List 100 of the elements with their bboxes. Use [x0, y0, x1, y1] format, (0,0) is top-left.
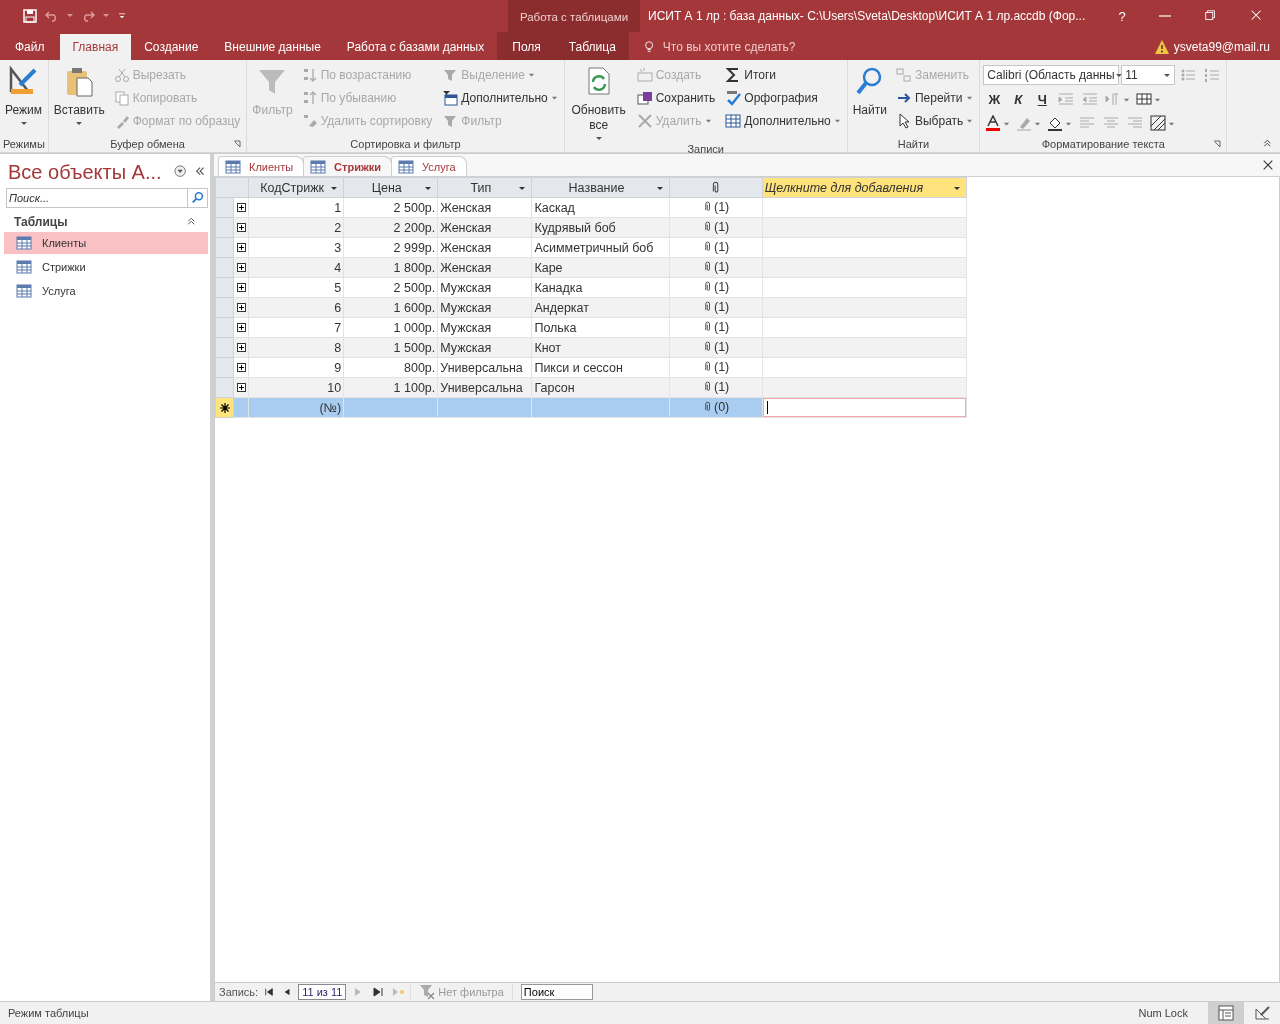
status-text: Режим таблицы: [8, 1007, 89, 1019]
format-button[interactable]: Ч: [1031, 88, 1054, 110]
expand-icon[interactable]: [236, 383, 246, 392]
nav-item[interactable]: Услуга: [4, 280, 208, 302]
search-field[interactable]: Поиск...: [6, 188, 188, 208]
section-header[interactable]: Таблицы: [4, 212, 208, 232]
expand-icon[interactable]: [236, 363, 246, 372]
expand-icon[interactable]: [236, 263, 246, 272]
table-cell: Женская: [437, 197, 532, 218]
caret-icon: [594, 135, 603, 141]
column-header[interactable]: Тип: [437, 177, 532, 198]
table-icon: [725, 112, 742, 129]
indent-icon: [1058, 91, 1075, 107]
expand-icon[interactable]: [236, 283, 246, 292]
ribbon-button[interactable]: Перейти: [892, 86, 977, 109]
ribbon-tab[interactable]: Главная: [59, 34, 132, 60]
column-header[interactable]: Щелкните для добавления: [762, 177, 967, 198]
expand-icon[interactable]: [236, 343, 246, 352]
search-button[interactable]: [188, 188, 208, 208]
sort-descending-icon: [301, 89, 318, 106]
ribbon-tab[interactable]: Файл: [0, 34, 60, 60]
nav-item[interactable]: Клиенты: [4, 232, 208, 254]
close-icon: [1250, 9, 1264, 23]
record-label: Запись:: [219, 986, 259, 998]
group-label: Записи: [687, 143, 724, 155]
table-cell: 7: [248, 317, 344, 338]
caret-icon: [424, 185, 433, 191]
datasheet-view-icon: [1218, 1005, 1234, 1021]
highlight-icon: [1016, 115, 1033, 131]
table-icon: [310, 158, 327, 175]
outdent-icon: [1082, 91, 1099, 107]
column-header[interactable]: [669, 177, 763, 198]
nav-pane-title[interactable]: Все объекты А...: [8, 160, 168, 184]
caret-icon: [518, 185, 527, 191]
document-tab[interactable]: Стрижки: [303, 156, 392, 176]
funnel-icon: [419, 984, 436, 1000]
ribbon-button[interactable]: Итоги: [722, 63, 844, 86]
dialog-launcher-button[interactable]: [1213, 140, 1222, 148]
table-cell: 2 999р.: [343, 237, 438, 258]
font-color-icon: [985, 115, 1002, 131]
caret-icon: [1154, 96, 1162, 102]
caret-icon: [1168, 120, 1176, 126]
format-button[interactable]: К: [1007, 88, 1030, 110]
ribbon-button[interactable]: Вставить: [51, 63, 107, 128]
view-button[interactable]: [1208, 1002, 1244, 1024]
table-cell: 5: [248, 277, 344, 298]
column-header[interactable]: КодСтрижк: [248, 177, 344, 198]
expand-icon[interactable]: [236, 323, 246, 332]
search-icon: [190, 191, 205, 205]
row-selector[interactable]: [215, 397, 234, 418]
restore-icon: [1204, 9, 1218, 23]
ribbon-button[interactable]: Дополнительно: [439, 86, 561, 109]
caret-icon: [1065, 120, 1073, 126]
ribbon-button[interactable]: Режим: [3, 63, 44, 128]
nav-item[interactable]: Стрижки: [4, 256, 208, 278]
account-name[interactable]: ysveta99@mail.ru: [1173, 40, 1270, 54]
caret-icon: [1123, 96, 1131, 102]
tell-me-field[interactable]: Что вы хотите сделать?: [660, 39, 865, 55]
ribbon-button[interactable]: Выбрать: [892, 109, 977, 132]
launcher-icon: [233, 140, 242, 148]
ribbon-button[interactable]: Найти: [850, 63, 889, 120]
column-header[interactable]: Название: [531, 177, 670, 198]
table-icon: [225, 158, 241, 175]
ribbon-tab[interactable]: Таблица: [555, 34, 629, 60]
previous-record-icon: [282, 987, 293, 997]
delete-icon: [636, 112, 653, 129]
document-tab[interactable]: Клиенты: [218, 156, 305, 176]
minimize-icon: [1159, 15, 1171, 17]
save-icon: [22, 8, 38, 24]
document-tab[interactable]: Услуга: [391, 156, 467, 176]
ribbon-button[interactable]: Сохранить: [633, 86, 719, 109]
expand-icon[interactable]: [236, 223, 246, 232]
group-label: Буфер обмена: [110, 138, 185, 150]
window-title: ИСИТ А 1 лр : база данных- C:\Users\Sveta\Desktop\ИСИТ А 1 лр.accdb (Фор...: [647, 9, 1087, 23]
close-document-button[interactable]: [1262, 159, 1274, 171]
contextual-tab-label: Работа с таблицами: [508, 0, 640, 32]
dialog-launcher-button[interactable]: [233, 140, 242, 148]
ribbon-button[interactable]: Обновить все: [567, 63, 630, 143]
format-button[interactable]: Ж: [983, 88, 1006, 110]
caret-icon: [1163, 72, 1172, 78]
record-position-field[interactable]: 11 из 11: [298, 984, 347, 1000]
ribbon-button[interactable]: Дополнительно: [722, 109, 844, 132]
expand-icon[interactable]: [236, 303, 246, 312]
input-field[interactable]: [763, 398, 966, 417]
ribbon-button[interactable]: Орфография: [722, 86, 844, 109]
group-label: Форматирование текста: [1041, 138, 1165, 150]
save-icon: [636, 89, 653, 106]
search-field[interactable]: Поиск: [520, 984, 593, 1000]
column-header[interactable]: Цена: [343, 177, 438, 198]
ribbon-tab[interactable]: Работа с базами данных: [333, 34, 498, 60]
caret-icon: [704, 118, 712, 123]
expand-icon[interactable]: [236, 243, 246, 252]
help-button[interactable]: ?: [1102, 0, 1142, 32]
font-size-field[interactable]: 11: [1121, 65, 1176, 85]
font-name-field[interactable]: Calibri (Область данны: [983, 65, 1120, 85]
ribbon-tab[interactable]: Внешние данные: [211, 34, 334, 60]
expand-icon[interactable]: [236, 203, 246, 212]
ribbon-tab[interactable]: Создание: [131, 34, 212, 60]
ribbon-tab[interactable]: Поля: [497, 34, 556, 60]
caret-icon: [655, 185, 664, 191]
